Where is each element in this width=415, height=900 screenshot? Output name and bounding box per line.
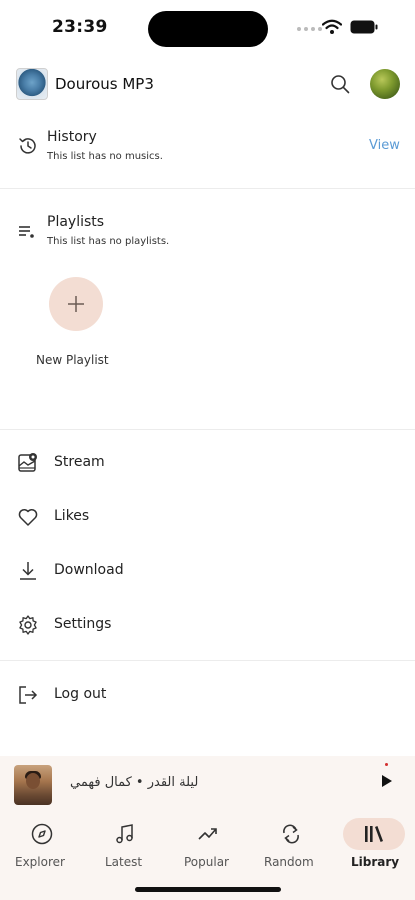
avatar[interactable] xyxy=(370,69,400,99)
app-header: Dourous MP3 xyxy=(0,66,415,104)
new-playlist-label[interactable]: New Playlist xyxy=(36,353,109,367)
download-icon xyxy=(20,562,36,580)
playlists-subtitle: This list has no playlists. xyxy=(47,236,170,247)
home-indicator xyxy=(135,887,281,892)
repeat-icon xyxy=(283,824,299,844)
menu-item-label: Stream xyxy=(54,454,105,470)
history-title: History xyxy=(47,129,97,145)
dynamic-island xyxy=(148,11,268,47)
status-time: 23:39 xyxy=(52,17,108,37)
history-subtitle: This list has no musics. xyxy=(47,151,163,162)
tab-random[interactable]: Random xyxy=(260,814,324,874)
logout-button[interactable]: Log out xyxy=(0,675,415,715)
playlist-icon xyxy=(19,226,34,238)
tab-explorer[interactable]: Explorer xyxy=(10,814,74,874)
logout-icon xyxy=(19,686,38,704)
menu-item-likes[interactable]: Likes xyxy=(0,497,415,537)
compass-icon xyxy=(31,823,53,845)
tab-latest[interactable]: Latest xyxy=(95,814,155,874)
history-view-link[interactable]: View xyxy=(369,138,400,153)
trending-icon xyxy=(198,828,217,840)
playlists-section: Playlists This list has no playlists. xyxy=(0,207,415,267)
library-icon xyxy=(365,826,383,842)
tab-label: Latest xyxy=(105,855,143,869)
divider xyxy=(0,188,415,189)
now-playing-track: ليلة القدر • كمال فهمي xyxy=(70,775,199,790)
tab-label: Popular xyxy=(184,855,229,869)
signal-icon xyxy=(297,27,322,31)
play-icon[interactable] xyxy=(381,774,393,788)
menu-item-download[interactable]: Download xyxy=(0,551,415,591)
menu-item-label: Settings xyxy=(54,616,112,632)
tab-label: Library xyxy=(351,855,400,869)
album-art xyxy=(14,765,52,805)
app-logo xyxy=(16,68,48,100)
status-bar: 23:39 xyxy=(0,0,415,56)
tab-label: Explorer xyxy=(15,855,65,869)
plus-icon xyxy=(68,296,84,312)
new-playlist-button[interactable] xyxy=(49,277,103,331)
battery-icon xyxy=(350,20,378,34)
menu-item-stream[interactable]: Stream xyxy=(0,443,415,483)
wifi-icon xyxy=(322,19,342,34)
tab-popular[interactable]: Popular xyxy=(178,814,242,874)
history-section: History This list has no musics. View xyxy=(0,122,415,182)
menu-item-label: Download xyxy=(54,562,124,578)
stream-icon xyxy=(18,453,37,472)
heart-icon xyxy=(18,509,38,526)
tab-library[interactable]: Library xyxy=(343,814,405,874)
playlists-title: Playlists xyxy=(47,214,105,230)
divider xyxy=(0,660,415,661)
app-title: Dourous MP3 xyxy=(55,75,154,93)
divider xyxy=(0,429,415,430)
music-note-icon xyxy=(116,824,133,844)
history-icon xyxy=(19,138,36,154)
mini-player[interactable]: ليلة القدر • كمال فهمي xyxy=(0,756,415,814)
menu-item-label: Likes xyxy=(54,508,90,524)
menu-item-settings[interactable]: Settings xyxy=(0,605,415,645)
live-indicator xyxy=(385,763,388,766)
logout-label: Log out xyxy=(54,686,107,702)
gear-icon xyxy=(19,615,37,635)
tab-label: Random xyxy=(264,855,314,869)
search-icon[interactable] xyxy=(330,74,350,94)
